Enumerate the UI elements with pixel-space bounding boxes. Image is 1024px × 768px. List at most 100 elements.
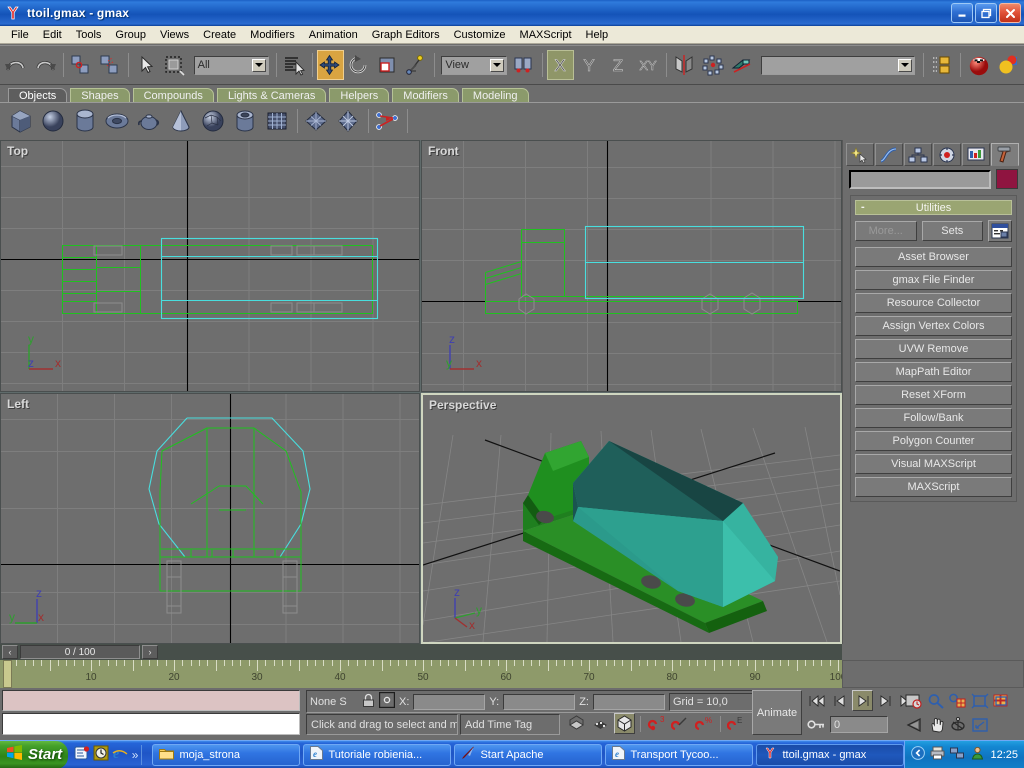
teapot-primitive-button[interactable]: [134, 106, 164, 136]
selection-lock-icon[interactable]: [362, 693, 375, 711]
arc-rotate-button[interactable]: [947, 714, 968, 735]
menu-maxscript[interactable]: MAXScript: [513, 27, 579, 43]
z-coord-input[interactable]: [592, 693, 665, 710]
select-object-button[interactable]: [133, 50, 160, 80]
menu-animation[interactable]: Animation: [302, 27, 365, 43]
taskbar-item-start-apache[interactable]: Start Apache: [454, 743, 603, 766]
maxscript-listener-output[interactable]: [2, 690, 300, 711]
utilities-rollout-header[interactable]: - Utilities: [855, 200, 1012, 215]
close-button[interactable]: [999, 3, 1021, 23]
viewport-top[interactable]: Top y x z: [0, 140, 420, 392]
restrict-to-x-button[interactable]: X: [546, 50, 574, 80]
hierarchy-tab[interactable]: [904, 143, 932, 166]
taskbar-item-moja-strona[interactable]: moja_strona: [152, 743, 301, 766]
tab-modifiers[interactable]: Modifiers: [392, 88, 459, 102]
sphere-primitive-button[interactable]: [38, 106, 68, 136]
display-tab[interactable]: [962, 143, 990, 166]
maxscript-listener-input[interactable]: [2, 713, 300, 735]
play-animation-button[interactable]: [852, 690, 873, 711]
previous-frame-button[interactable]: [829, 690, 850, 711]
restrict-to-z-button[interactable]: Z: [605, 50, 632, 80]
create-tab[interactable]: [846, 143, 874, 166]
box-primitive-button[interactable]: [6, 106, 36, 136]
tube-primitive-button[interactable]: [230, 106, 260, 136]
menu-group[interactable]: Group: [108, 27, 153, 43]
align-button[interactable]: [699, 50, 726, 80]
manipulate-button[interactable]: [403, 50, 430, 80]
menu-create[interactable]: Create: [196, 27, 243, 43]
mirror-button[interactable]: [671, 50, 698, 80]
maximize-button[interactable]: [975, 3, 997, 23]
object-name-field[interactable]: [849, 169, 991, 189]
percent-snap-toggle-icon[interactable]: %: [694, 713, 715, 734]
configure-button-sets-icon[interactable]: [988, 220, 1012, 242]
modify-tab[interactable]: [875, 143, 903, 166]
chevron-down-icon[interactable]: [897, 58, 912, 72]
viewport-perspective[interactable]: Perspective z y x: [421, 393, 842, 644]
select-region-button[interactable]: [162, 50, 189, 80]
visual-maxscript-button[interactable]: Visual MAXScript: [855, 454, 1012, 474]
maxscript-button[interactable]: MAXScript: [855, 477, 1012, 497]
tab-compounds[interactable]: Compounds: [132, 88, 214, 102]
undo-button[interactable]: [3, 50, 30, 80]
select-and-link-button[interactable]: [68, 50, 95, 80]
redo-button[interactable]: [32, 50, 59, 80]
key-field[interactable]: 0: [830, 716, 888, 733]
time-slider-next-button[interactable]: ›: [142, 645, 158, 659]
taskbar-item-transport-tycoon[interactable]: e Transport Tycoo...: [605, 743, 754, 766]
cone-primitive-button[interactable]: [166, 106, 196, 136]
taskbar-item-tutoriale[interactable]: e Tutoriale robienia...: [303, 743, 452, 766]
reset-xform-button[interactable]: Reset XForm: [855, 385, 1012, 405]
menu-views[interactable]: Views: [153, 27, 196, 43]
mappath-editor-button[interactable]: MapPath Editor: [855, 362, 1012, 382]
menu-tools[interactable]: Tools: [69, 27, 109, 43]
cylinder-primitive-button[interactable]: [70, 106, 100, 136]
zoom-button[interactable]: [925, 690, 946, 711]
menu-help[interactable]: Help: [579, 27, 616, 43]
uvw-remove-button[interactable]: UVW Remove: [855, 339, 1012, 359]
tray-clock[interactable]: 12:25: [990, 749, 1018, 761]
unlink-selection-button[interactable]: [97, 50, 124, 80]
tab-modeling[interactable]: Modeling: [461, 88, 529, 102]
render-scene-button[interactable]: [995, 50, 1023, 80]
particle-systems-button[interactable]: [372, 106, 402, 136]
viewport-front[interactable]: Front z x y: [421, 140, 842, 392]
zoom-extents-all-button[interactable]: [991, 690, 1012, 711]
spinner-snap-icon[interactable]: [670, 713, 691, 734]
follow-bank-button[interactable]: Follow/Bank: [855, 408, 1012, 428]
torus-primitive-button[interactable]: [102, 106, 132, 136]
go-to-start-button[interactable]: [806, 690, 827, 711]
min-max-toggle-button[interactable]: [969, 714, 990, 735]
layer-manager-button[interactable]: [928, 50, 956, 80]
restrict-to-plane-button[interactable]: XY: [634, 50, 662, 80]
quicklaunch-clock-icon[interactable]: [93, 745, 109, 764]
menu-customize[interactable]: Customize: [447, 27, 513, 43]
array-button[interactable]: [728, 50, 755, 80]
chevron-down-icon[interactable]: [489, 58, 504, 72]
zoom-extents-button[interactable]: [969, 690, 990, 711]
motion-tab[interactable]: [933, 143, 961, 166]
start-button[interactable]: Start: [0, 740, 68, 768]
current-frame-indicator[interactable]: 0 / 100: [20, 645, 140, 659]
snap-toggle-2d-icon[interactable]: [566, 713, 587, 734]
geosphere-primitive-button[interactable]: [198, 106, 228, 136]
menu-edit[interactable]: Edit: [36, 27, 69, 43]
key-mode-icon[interactable]: [806, 714, 827, 735]
snap-toggle-3d-icon[interactable]: [614, 713, 635, 734]
restrict-to-y-button[interactable]: Y: [576, 50, 603, 80]
assign-vertex-colors-button[interactable]: Assign Vertex Colors: [855, 316, 1012, 336]
tab-helpers[interactable]: Helpers: [329, 88, 390, 102]
y-coord-input[interactable]: [503, 693, 576, 710]
tri-patch-button[interactable]: [333, 106, 363, 136]
tab-lights-and-cameras[interactable]: Lights & Cameras: [216, 88, 327, 102]
taskbar-item-gmax[interactable]: ttoil.gmax - gmax: [756, 743, 905, 766]
zoom-all-button[interactable]: [947, 690, 968, 711]
tab-objects[interactable]: Objects: [8, 88, 68, 102]
chevron-down-icon[interactable]: [251, 58, 266, 72]
percent-snap-icon[interactable]: 3: [646, 713, 667, 734]
reference-coordinate-system-combo[interactable]: View: [441, 55, 507, 75]
quicklaunch-ie-icon[interactable]: e: [112, 745, 129, 764]
tray-network-icon[interactable]: [950, 746, 965, 763]
quicklaunch-outlook-icon[interactable]: [74, 745, 90, 764]
asset-browser-button[interactable]: Asset Browser: [855, 247, 1012, 267]
